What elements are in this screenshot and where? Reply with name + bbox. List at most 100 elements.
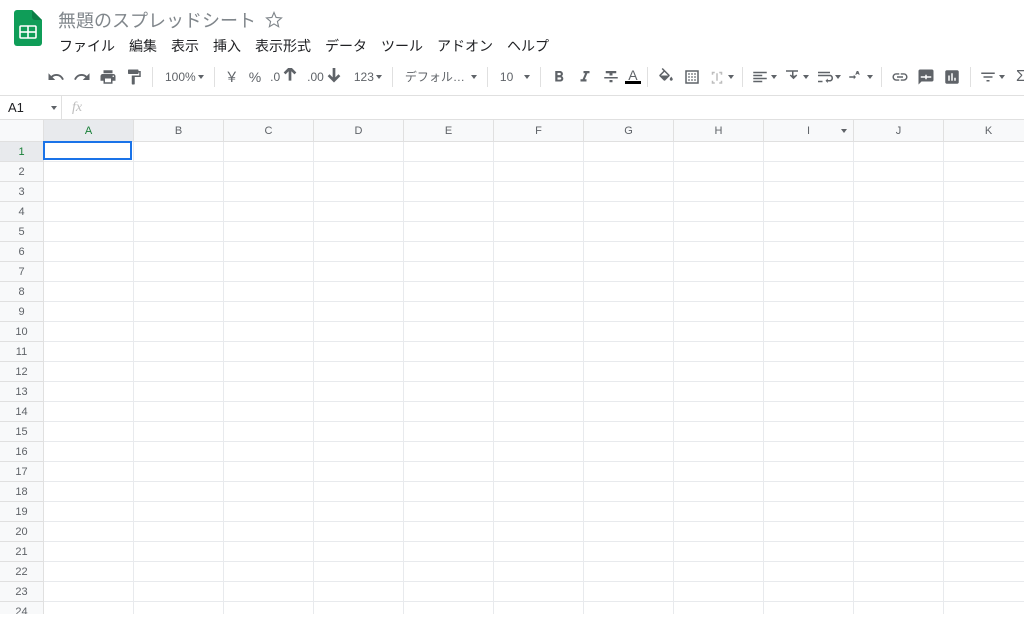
horizontal-align-dropdown[interactable]: [749, 65, 779, 89]
cell-J18[interactable]: [854, 482, 944, 502]
cell-J9[interactable]: [854, 302, 944, 322]
cell-F18[interactable]: [494, 482, 584, 502]
cell-H6[interactable]: [674, 242, 764, 262]
cell-E3[interactable]: [404, 182, 494, 202]
cell-G9[interactable]: [584, 302, 674, 322]
cell-C15[interactable]: [224, 422, 314, 442]
cell-K7[interactable]: [944, 262, 1024, 282]
cell-K1[interactable]: [944, 142, 1024, 162]
row-header-5[interactable]: 5: [0, 222, 43, 242]
cell-K6[interactable]: [944, 242, 1024, 262]
row-header-9[interactable]: 9: [0, 302, 43, 322]
cell-E18[interactable]: [404, 482, 494, 502]
merge-cells-dropdown[interactable]: [706, 65, 736, 89]
cell-J5[interactable]: [854, 222, 944, 242]
insert-chart-button[interactable]: [940, 65, 964, 89]
cell-K23[interactable]: [944, 582, 1024, 602]
cell-C19[interactable]: [224, 502, 314, 522]
cell-G20[interactable]: [584, 522, 674, 542]
cell-F24[interactable]: [494, 602, 584, 614]
cell-G14[interactable]: [584, 402, 674, 422]
column-header-C[interactable]: C: [224, 120, 314, 141]
cell-E13[interactable]: [404, 382, 494, 402]
menu-file[interactable]: ファイル: [52, 32, 122, 60]
cell-K15[interactable]: [944, 422, 1024, 442]
cell-I13[interactable]: [764, 382, 854, 402]
row-header-4[interactable]: 4: [0, 202, 43, 222]
cell-H13[interactable]: [674, 382, 764, 402]
cell-C8[interactable]: [224, 282, 314, 302]
cell-G10[interactable]: [584, 322, 674, 342]
cell-C3[interactable]: [224, 182, 314, 202]
cell-C14[interactable]: [224, 402, 314, 422]
cell-B5[interactable]: [134, 222, 224, 242]
cell-J23[interactable]: [854, 582, 944, 602]
cell-A16[interactable]: [44, 442, 134, 462]
cell-B23[interactable]: [134, 582, 224, 602]
cell-C17[interactable]: [224, 462, 314, 482]
cell-A2[interactable]: [44, 162, 134, 182]
filter-caret-icon[interactable]: [841, 129, 847, 133]
cell-area[interactable]: [44, 142, 1024, 614]
cell-D22[interactable]: [314, 562, 404, 582]
menu-edit[interactable]: 編集: [122, 32, 164, 60]
cell-B4[interactable]: [134, 202, 224, 222]
cell-D5[interactable]: [314, 222, 404, 242]
row-header-19[interactable]: 19: [0, 502, 43, 522]
cell-C23[interactable]: [224, 582, 314, 602]
cell-B16[interactable]: [134, 442, 224, 462]
column-header-I[interactable]: I: [764, 120, 854, 141]
cell-D13[interactable]: [314, 382, 404, 402]
cell-K3[interactable]: [944, 182, 1024, 202]
cell-B11[interactable]: [134, 342, 224, 362]
cell-H18[interactable]: [674, 482, 764, 502]
cell-F1[interactable]: [494, 142, 584, 162]
currency-button[interactable]: ￥: [221, 65, 243, 89]
cell-G19[interactable]: [584, 502, 674, 522]
cell-F17[interactable]: [494, 462, 584, 482]
cell-B9[interactable]: [134, 302, 224, 322]
document-title[interactable]: 無題のスプレッドシート: [52, 5, 262, 35]
cell-H10[interactable]: [674, 322, 764, 342]
cell-A4[interactable]: [44, 202, 134, 222]
cell-E15[interactable]: [404, 422, 494, 442]
cell-J22[interactable]: [854, 562, 944, 582]
cell-B10[interactable]: [134, 322, 224, 342]
cell-D19[interactable]: [314, 502, 404, 522]
row-header-16[interactable]: 16: [0, 442, 43, 462]
text-color-button[interactable]: A: [625, 65, 641, 89]
cell-F16[interactable]: [494, 442, 584, 462]
cell-B3[interactable]: [134, 182, 224, 202]
cell-I6[interactable]: [764, 242, 854, 262]
cell-F21[interactable]: [494, 542, 584, 562]
cell-E9[interactable]: [404, 302, 494, 322]
row-header-18[interactable]: 18: [0, 482, 43, 502]
paint-format-button[interactable]: [122, 65, 146, 89]
cell-F6[interactable]: [494, 242, 584, 262]
cell-E19[interactable]: [404, 502, 494, 522]
cell-B8[interactable]: [134, 282, 224, 302]
cell-K5[interactable]: [944, 222, 1024, 242]
menu-addons[interactable]: アドオン: [430, 32, 500, 60]
cell-C6[interactable]: [224, 242, 314, 262]
cell-C22[interactable]: [224, 562, 314, 582]
cell-C2[interactable]: [224, 162, 314, 182]
cell-D8[interactable]: [314, 282, 404, 302]
row-header-6[interactable]: 6: [0, 242, 43, 262]
row-header-22[interactable]: 22: [0, 562, 43, 582]
cell-J1[interactable]: [854, 142, 944, 162]
cell-H2[interactable]: [674, 162, 764, 182]
cell-I16[interactable]: [764, 442, 854, 462]
cell-A24[interactable]: [44, 602, 134, 614]
cell-A18[interactable]: [44, 482, 134, 502]
cell-F5[interactable]: [494, 222, 584, 242]
cell-E24[interactable]: [404, 602, 494, 614]
cell-K24[interactable]: [944, 602, 1024, 614]
cell-J20[interactable]: [854, 522, 944, 542]
cell-H12[interactable]: [674, 362, 764, 382]
cell-I22[interactable]: [764, 562, 854, 582]
cell-B20[interactable]: [134, 522, 224, 542]
cell-D18[interactable]: [314, 482, 404, 502]
cell-C7[interactable]: [224, 262, 314, 282]
cell-E8[interactable]: [404, 282, 494, 302]
